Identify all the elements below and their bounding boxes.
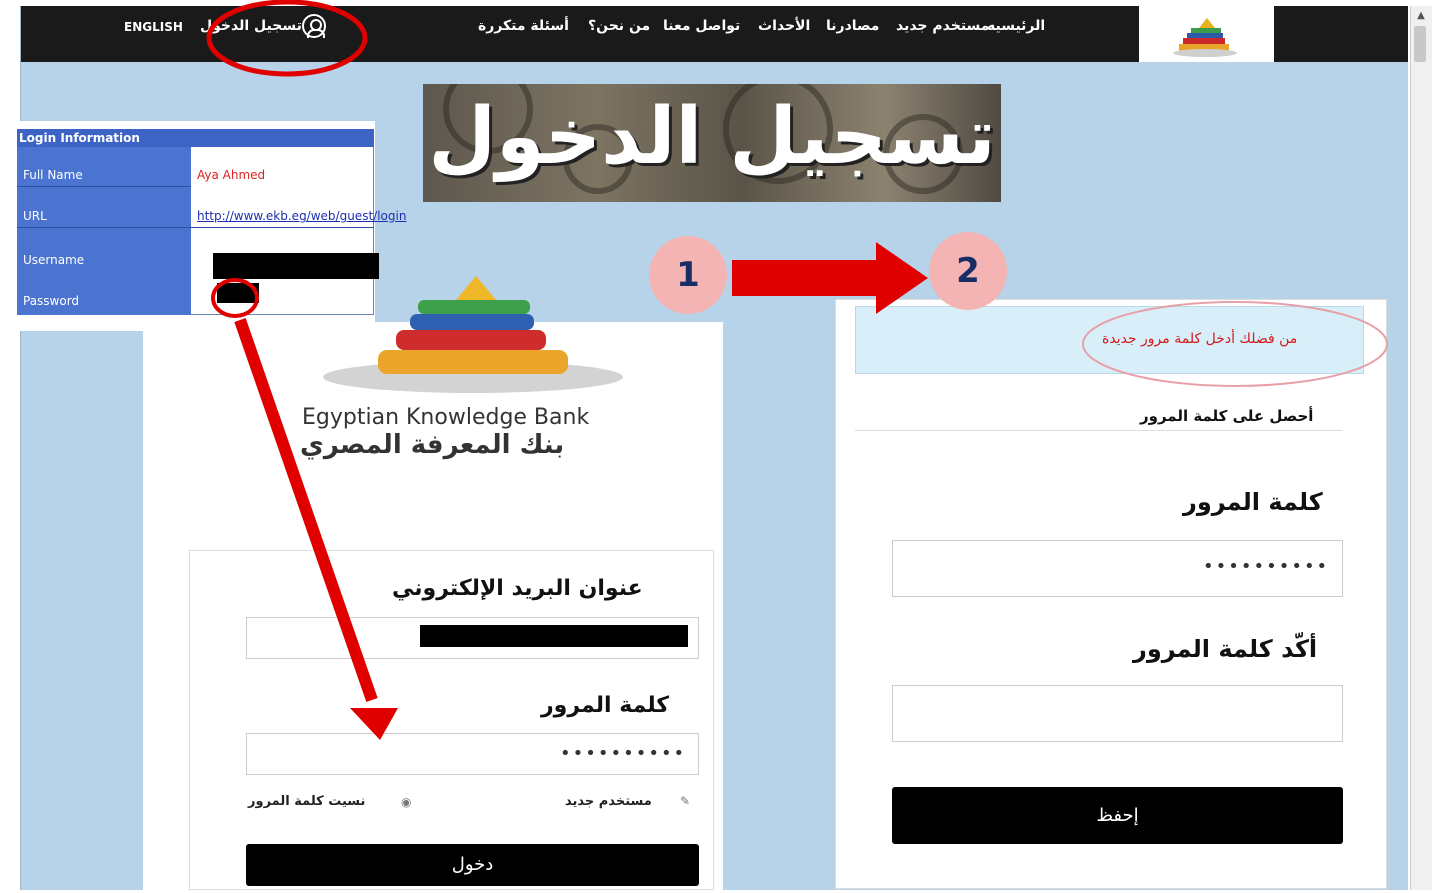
username-label: Username — [23, 253, 85, 267]
nav-logo[interactable] — [1139, 6, 1274, 62]
page-banner: تسجيل الدخول — [423, 84, 1001, 202]
confirm-password-label: أكّد كلمة المرور — [1133, 635, 1318, 663]
login-info-header: Login Information — [17, 129, 374, 147]
full-name-label: Full Name — [23, 168, 83, 182]
eye-icon: ◉ — [401, 795, 412, 809]
password-dots: •••••••••• — [560, 743, 687, 764]
email-label: عنوان البريد الإلكتروني — [392, 576, 643, 601]
password-label: كلمة المرور — [541, 693, 670, 718]
step-1-marker: 1 — [649, 236, 727, 314]
logo-arabic-text: بنك المعرفة المصري — [300, 430, 565, 460]
step-2-marker: 2 — [929, 232, 1007, 310]
row-divider — [17, 186, 191, 187]
scroll-up-icon[interactable]: ▲ — [1413, 10, 1429, 24]
banner-title: تسجيل الدخول — [428, 92, 996, 182]
password-redaction — [217, 283, 259, 303]
nav-faq[interactable]: أسئلة متكررة — [478, 18, 569, 34]
url-value[interactable]: http://www.ekb.eg/web/guest/login — [197, 209, 406, 223]
login-card — [189, 550, 714, 890]
login-submit-button[interactable]: دخول — [246, 844, 699, 886]
browser-frame: الرئيسيه مستخدم جديد مصادرنا الأحداث توا… — [0, 0, 1434, 893]
alert-message: من فضلك أدخل كلمة مرور جديدة — [1102, 331, 1298, 347]
nav-about[interactable]: من نحن؟ — [588, 18, 650, 34]
ekb-logo-icon — [1173, 18, 1237, 57]
email-redaction — [420, 625, 688, 647]
password-info-label: Password — [23, 294, 80, 308]
username-redaction — [213, 253, 379, 279]
nav-home[interactable]: الرئيسيه — [987, 18, 1045, 34]
scrollbar[interactable] — [1410, 6, 1432, 890]
new-user-link[interactable]: مستخدم جديد — [565, 794, 652, 809]
new-password-dots: •••••••••• — [1203, 556, 1330, 577]
nav-contact[interactable]: تواصل معنا — [663, 18, 740, 34]
logo-english-text: Egyptian Knowledge Bank — [302, 405, 590, 430]
save-button[interactable]: إحفظ — [892, 787, 1343, 844]
confirm-password-field[interactable] — [892, 685, 1343, 742]
full-name-value: Aya Ahmed — [197, 168, 266, 182]
language-toggle[interactable]: ENGLISH — [124, 20, 183, 34]
row-divider — [17, 227, 374, 228]
forgot-password-link[interactable]: نسيت كلمة المرور — [248, 794, 365, 809]
edit-icon: ✎ — [680, 794, 691, 808]
nav-login[interactable]: تسجيل الدخول — [200, 18, 302, 34]
nav-new-user[interactable]: مستخدم جديد — [896, 18, 989, 34]
url-label: URL — [23, 209, 47, 223]
get-password-heading: أحصل على كلمة المرور — [1140, 407, 1314, 425]
nav-sources[interactable]: مصادرنا — [826, 18, 879, 34]
new-password-label: كلمة المرور — [1183, 488, 1323, 516]
scroll-thumb[interactable] — [1414, 26, 1426, 62]
nav-events[interactable]: الأحداث — [758, 18, 810, 34]
user-icon[interactable] — [302, 14, 326, 38]
heading-divider — [855, 430, 1342, 431]
